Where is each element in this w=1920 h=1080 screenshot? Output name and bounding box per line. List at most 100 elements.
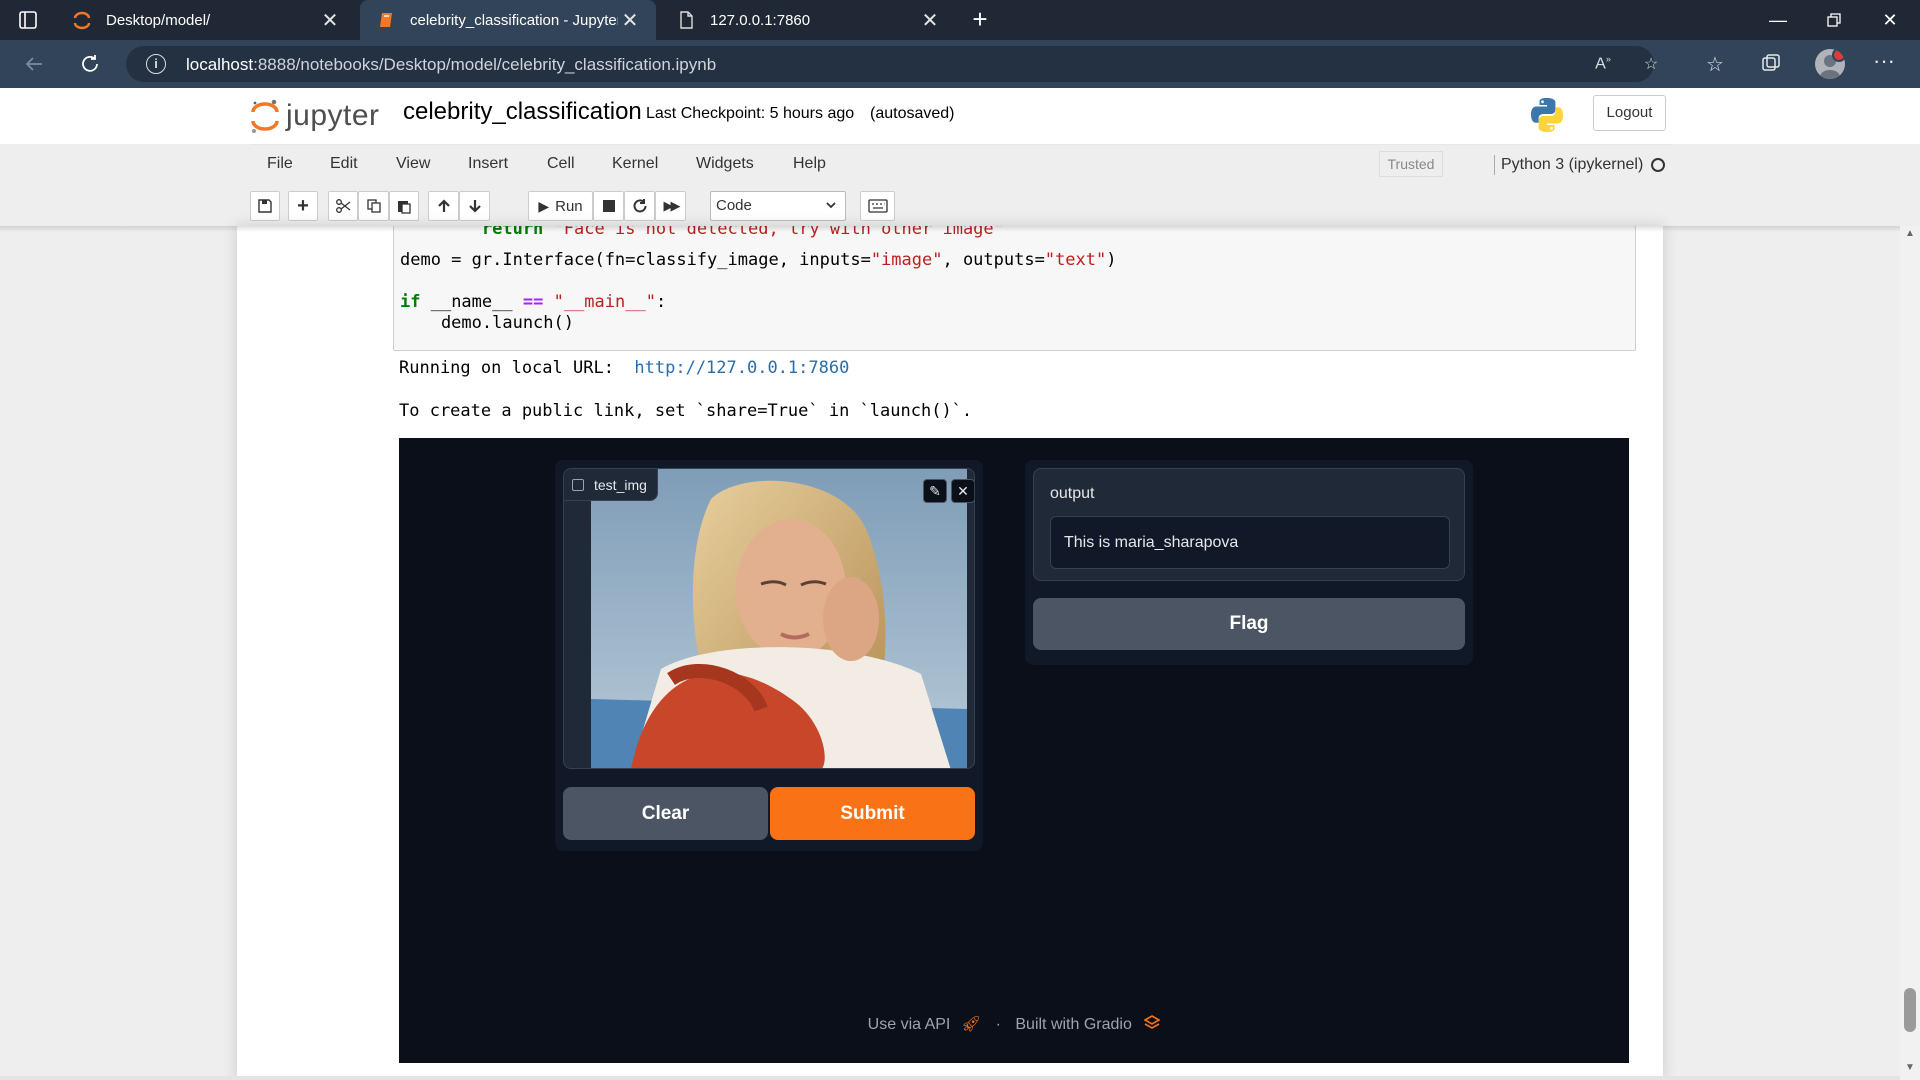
menu-cell[interactable]: Cell <box>547 155 575 173</box>
collections-icon[interactable] <box>1759 52 1783 76</box>
jupyter-logo[interactable]: jupyter <box>250 96 380 136</box>
cell-type-value: Code <box>716 197 752 214</box>
menu-file[interactable]: File <box>267 155 293 173</box>
notebook-page: return "Face is not detected, try with o… <box>237 226 1663 1080</box>
restart-run-all-button[interactable]: ▶▶ <box>655 191 686 221</box>
browser-tab-gradio[interactable]: 127.0.0.1:7860 ✕ <box>660 0 956 40</box>
code-cell[interactable]: return "Face is not detected, try with o… <box>393 226 1636 351</box>
paste-button[interactable] <box>389 191 419 221</box>
save-button[interactable] <box>250 191 280 221</box>
reload-icon[interactable] <box>76 50 104 78</box>
copy-icon <box>366 199 381 213</box>
cut-button[interactable] <box>328 191 358 221</box>
output-public-link-note: To create a public link, set `share=True… <box>399 401 973 421</box>
favorites-icon[interactable]: ☆ <box>1703 52 1727 76</box>
profile-avatar[interactable] <box>1815 49 1845 79</box>
play-icon: ▶ <box>538 197 550 214</box>
close-icon[interactable]: ✕ <box>318 8 342 33</box>
page-icon <box>676 10 696 30</box>
menu-kernel[interactable]: Kernel <box>612 155 658 173</box>
move-down-button[interactable] <box>459 191 490 221</box>
image-icon <box>572 478 584 491</box>
scrollbar[interactable] <box>1900 226 1920 1080</box>
interrupt-button[interactable] <box>593 191 624 221</box>
copy-button[interactable] <box>358 191 389 221</box>
restore-icon[interactable] <box>1806 0 1862 40</box>
scroll-down-icon[interactable]: ▼ <box>1904 1062 1916 1074</box>
flag-button[interactable]: Flag <box>1033 598 1465 650</box>
jupyter-header: jupyter celebrity_classification Last Ch… <box>0 88 1920 144</box>
gradio-footer: Use via API 🚀︎ · Built with Gradio <box>399 1014 1629 1034</box>
back-icon[interactable] <box>20 50 48 78</box>
trusted-badge[interactable]: Trusted <box>1379 151 1443 177</box>
code-line-if-main: if __name__ == "__main__": <box>400 292 667 312</box>
command-palette-button[interactable] <box>860 191 895 221</box>
cell-type-select[interactable]: Code <box>710 191 846 221</box>
browser-tab-notebook[interactable]: celebrity_classification - Jupyter N ✕ <box>360 0 656 40</box>
scrollbar-thumb[interactable] <box>1904 988 1916 1032</box>
run-label: Run <box>555 197 583 215</box>
clear-button[interactable]: Clear <box>563 787 768 840</box>
gradio-app: test_img ✎ ✕ Clear Submit output This is… <box>399 438 1629 1063</box>
run-button[interactable]: ▶ Run <box>528 191 593 221</box>
menu-edit[interactable]: Edit <box>330 155 358 173</box>
browser-tab-bar: Desktop/model/ ✕ celebrity_classificatio… <box>0 0 1920 40</box>
output-textbox-container: output This is maria_sharapova <box>1033 468 1465 581</box>
image-input[interactable]: test_img ✎ ✕ <box>563 468 975 769</box>
more-options-icon[interactable]: ··· <box>1872 50 1896 76</box>
jupyter-icon <box>72 10 92 30</box>
edit-image-icon[interactable]: ✎ <box>923 479 947 503</box>
local-url-link[interactable]: http://127.0.0.1:7860 <box>634 358 849 378</box>
insert-cell-button[interactable]: + <box>288 191 318 221</box>
fast-forward-icon: ▶▶ <box>663 198 681 213</box>
jupyter-menubar: File Edit View Insert Cell Kernel Widget… <box>250 144 1672 184</box>
chevron-down-icon <box>825 192 837 230</box>
tab-actions-icon[interactable] <box>16 8 40 32</box>
info-icon[interactable]: i <box>146 54 166 74</box>
output-textbox[interactable]: This is maria_sharapova <box>1050 516 1450 569</box>
gradio-output-panel: output This is maria_sharapova Flag <box>1025 460 1473 665</box>
arrow-down-icon <box>468 200 481 213</box>
menu-widgets[interactable]: Widgets <box>696 155 754 173</box>
favorite-add-icon[interactable]: ☆ <box>1640 54 1662 76</box>
use-via-api-link[interactable]: Use via API <box>868 1016 951 1033</box>
tab-title: 127.0.0.1:7860 <box>710 11 811 29</box>
menu-view[interactable]: View <box>396 155 430 173</box>
restart-button[interactable] <box>624 191 655 221</box>
submit-button[interactable]: Submit <box>770 787 975 840</box>
jupyter-logo-text: jupyter <box>286 99 380 132</box>
restart-icon <box>633 199 646 213</box>
footer-separator: · <box>995 1016 1001 1033</box>
python-logo-icon <box>1528 96 1566 134</box>
window-close-icon[interactable]: ✕ <box>1862 0 1918 40</box>
header-shadow <box>0 226 1920 232</box>
read-aloud-icon[interactable]: A» <box>1592 54 1614 76</box>
close-icon[interactable]: ✕ <box>618 8 642 33</box>
keyboard-icon <box>867 199 888 213</box>
kernel-status-icon <box>1651 158 1665 172</box>
browser-address-bar: i localhost:8888/notebooks/Desktop/model… <box>0 40 1920 88</box>
code-line-interface: demo = gr.Interface(fn=classify_image, i… <box>400 250 1117 270</box>
tab-title: celebrity_classification - Jupyter N <box>410 11 618 29</box>
built-with-gradio-link[interactable]: Built with Gradio <box>1015 1016 1132 1033</box>
menu-help[interactable]: Help <box>793 155 826 173</box>
rocket-icon: 🚀︎ <box>960 1016 982 1033</box>
scroll-up-icon[interactable]: ▲ <box>1904 228 1916 240</box>
minimize-icon[interactable]: — <box>1750 0 1806 40</box>
browser-tab-desktop[interactable]: Desktop/model/ ✕ <box>56 0 356 40</box>
url-field[interactable]: i localhost:8888/notebooks/Desktop/model… <box>126 46 1658 82</box>
kernel-name[interactable]: Python 3 (ipykernel) <box>1494 155 1643 175</box>
stop-icon <box>602 200 615 212</box>
tab-title: Desktop/model/ <box>106 11 211 29</box>
notebook-name[interactable]: celebrity_classification <box>403 98 642 126</box>
uploaded-photo <box>591 469 967 768</box>
new-tab-button[interactable]: + <box>966 6 994 34</box>
close-icon[interactable]: ✕ <box>918 8 942 33</box>
remove-image-icon[interactable]: ✕ <box>951 479 974 503</box>
code-line-launch: demo.launch() <box>400 313 574 333</box>
scissors-icon <box>336 199 351 213</box>
gradio-logo-icon <box>1143 1015 1161 1034</box>
logout-button[interactable]: Logout <box>1593 95 1666 131</box>
move-up-button[interactable] <box>428 191 459 221</box>
menu-insert[interactable]: Insert <box>468 155 508 173</box>
